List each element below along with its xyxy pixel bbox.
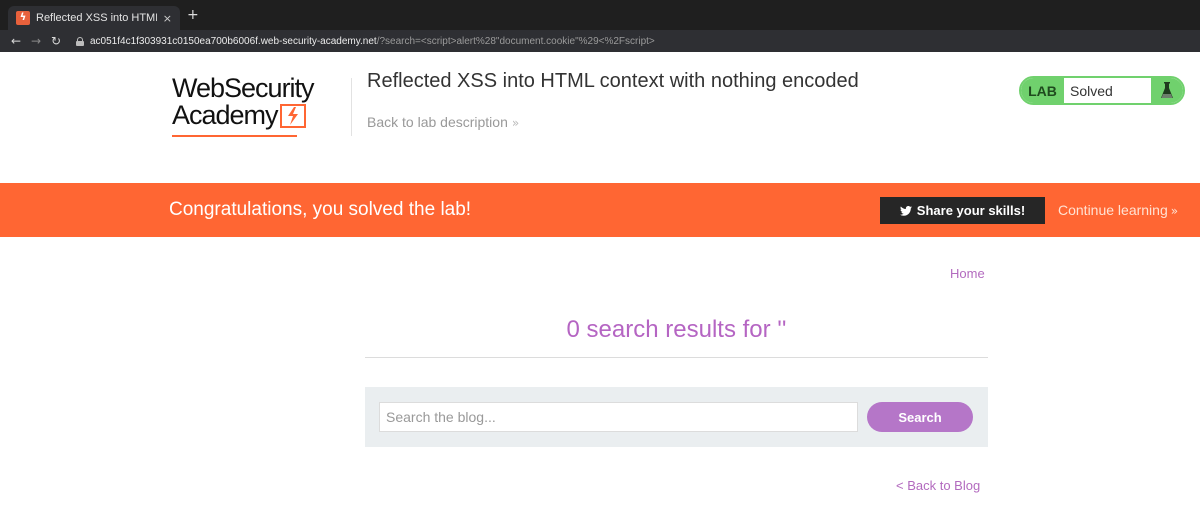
flask-icon xyxy=(1151,78,1183,103)
favicon-icon: ϟ xyxy=(16,11,30,25)
lab-status-widget: LAB Solved xyxy=(1019,76,1185,105)
congratulations-message: Congratulations, you solved the lab! xyxy=(169,199,472,220)
url-path: /?search=<script>alert%28"document.cooki… xyxy=(376,35,655,47)
url-host: ac051f4c1f303931c0150ea700b6006f.web-sec… xyxy=(90,35,377,47)
forward-arrow-icon[interactable]: → xyxy=(26,34,46,48)
double-chevron-icon: » xyxy=(511,116,520,130)
share-your-skills-button[interactable]: Share your skills! xyxy=(880,197,1045,224)
address-bar: ← → ↻ ac051f4c1f303931c0150ea700b6006f.w… xyxy=(0,30,1200,52)
tab-title: Reflected XSS into HTML xyxy=(36,12,157,24)
url-field[interactable]: ac051f4c1f303931c0150ea700b6006f.web-sec… xyxy=(90,36,655,47)
search-results-title: 0 search results for '' xyxy=(566,316,787,343)
back-to-lab-description-label: Back to lab description xyxy=(367,114,508,130)
share-your-skills-label: Share your skills! xyxy=(916,203,1026,218)
back-to-blog-link[interactable]: < Back to Blog xyxy=(896,478,980,493)
twitter-icon xyxy=(899,205,912,216)
continue-learning-label: Continue learning xyxy=(1058,202,1168,218)
browser-tab[interactable]: ϟ Reflected XSS into HTML × xyxy=(8,6,180,30)
logo-underline xyxy=(172,135,297,137)
home-link[interactable]: Home xyxy=(950,266,985,281)
back-to-lab-description-link[interactable]: Back to lab description» xyxy=(367,114,519,130)
header-divider xyxy=(351,78,352,136)
close-tab-icon[interactable]: × xyxy=(163,12,172,25)
logo-text-line1: WebSecurity xyxy=(172,73,315,103)
search-button[interactable]: Search xyxy=(867,402,973,432)
back-arrow-icon[interactable]: ← xyxy=(6,34,26,48)
results-divider xyxy=(365,357,988,358)
lightning-bolt-icon xyxy=(279,103,306,128)
new-tab-button[interactable]: + xyxy=(187,7,199,23)
lab-title: Reflected XSS into HTML context with not… xyxy=(367,70,859,92)
search-input[interactable] xyxy=(379,402,858,432)
lab-badge: LAB xyxy=(1021,78,1064,103)
double-chevron-icon: » xyxy=(1170,204,1179,218)
continue-learning-link[interactable]: Continue learning» xyxy=(1058,202,1178,218)
reload-icon[interactable]: ↻ xyxy=(46,34,66,48)
browser-tab-bar: ϟ Reflected XSS into HTML × + xyxy=(0,0,1200,30)
lock-icon[interactable] xyxy=(76,36,84,46)
logo-text-line2: Academy xyxy=(172,100,279,130)
web-security-academy-logo[interactable]: WebSecurity Academy xyxy=(172,75,352,139)
lab-status-text: Solved xyxy=(1070,82,1113,99)
